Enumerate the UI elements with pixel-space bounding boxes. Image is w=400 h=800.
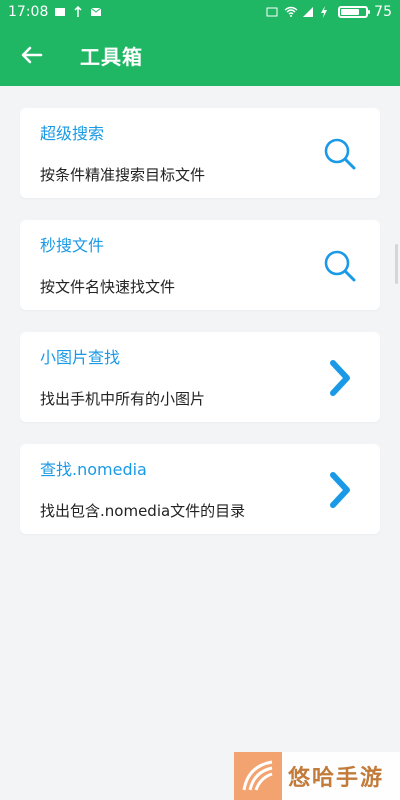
search-icon[interactable] [322,134,358,174]
watermark-text: 悠哈手游 [288,766,385,791]
scrollbar[interactable] [395,244,398,284]
tool-card-small-images[interactable]: 小图片查找 找出手机中所有的小图片 [20,332,380,422]
tool-card-super-search[interactable]: 超级搜索 按条件精准搜索目标文件 [20,108,380,198]
chevron-right-icon[interactable] [322,358,358,398]
tool-title: 超级搜索 [40,124,105,143]
watermark: 悠哈手游 [234,752,400,800]
arrow-left-icon [21,46,43,64]
back-button[interactable] [4,24,60,86]
tool-description: 按条件精准搜索目标文件 [40,166,206,184]
signal-icon [302,6,314,18]
status-bar: 17:08 75 [0,0,400,24]
usb-icon [72,5,84,18]
tool-title: 小图片查找 [40,348,121,367]
chevron-right-icon[interactable] [322,470,358,510]
tool-description: 按文件名快速找文件 [40,278,176,296]
tool-title: 秒搜文件 [40,236,105,255]
tool-card-quick-search[interactable]: 秒搜文件 按文件名快速找文件 [20,220,380,310]
mail-icon [90,6,102,18]
charging-icon [320,6,332,18]
tool-description: 找出包含.nomedia文件的目录 [40,502,246,520]
wifi-icon [284,6,298,18]
status-time: 17:08 [8,4,49,20]
watermark-logo-icon [234,752,282,800]
search-icon[interactable] [322,246,358,286]
app-bar: 工具箱 [0,24,400,86]
notification-icon [54,6,66,18]
tool-title: 查找.nomedia [40,460,147,479]
battery-icon [338,6,371,18]
tool-list: 超级搜索 按条件精准搜索目标文件 秒搜文件 按文件名快速找文件 小图片查找 找出… [20,108,380,556]
volte-icon [266,6,278,18]
battery-percent: 75 [374,4,392,20]
tool-card-nomedia[interactable]: 查找.nomedia 找出包含.nomedia文件的目录 [20,444,380,534]
tool-description: 找出手机中所有的小图片 [40,390,206,408]
page-title: 工具箱 [80,44,143,69]
